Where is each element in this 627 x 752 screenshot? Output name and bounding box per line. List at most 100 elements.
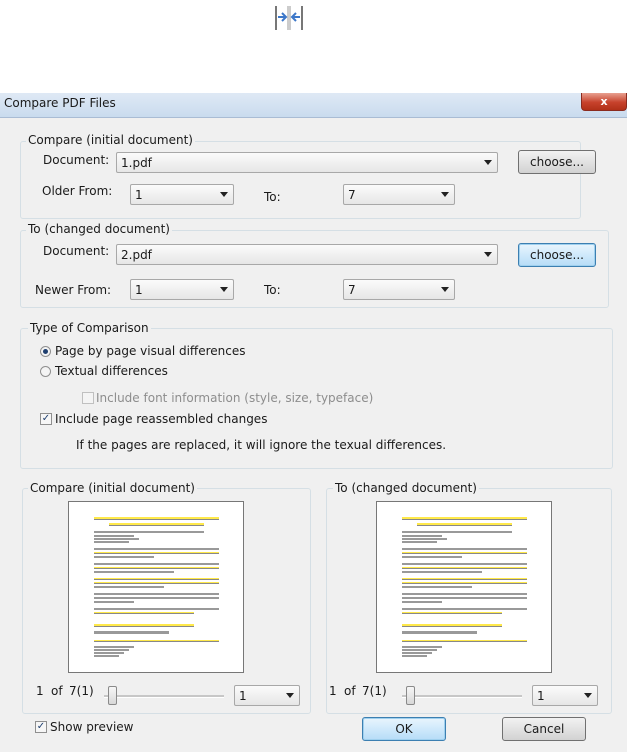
dialog-title: Compare PDF Files xyxy=(4,96,116,110)
text-line xyxy=(94,649,129,651)
visual-differences-radio[interactable] xyxy=(40,346,51,357)
compare-arrows-icon xyxy=(275,6,303,30)
older-from-select[interactable]: 1 xyxy=(130,184,234,205)
initial-of-label: of xyxy=(51,684,63,698)
older-to-select[interactable]: 7 xyxy=(343,184,455,205)
comparison-type-legend: Type of Comparison xyxy=(28,321,151,335)
chevron-down-icon xyxy=(584,693,592,698)
highlighted-text-line xyxy=(417,523,512,526)
initial-page-select[interactable]: 1 xyxy=(234,685,300,706)
text-line xyxy=(402,556,462,558)
text-line xyxy=(402,563,527,565)
slider-track xyxy=(402,695,522,698)
changed-page-thumbnail xyxy=(376,501,552,673)
text-line xyxy=(402,531,512,533)
text-line xyxy=(94,571,174,573)
cancel-button[interactable]: Cancel xyxy=(502,717,586,741)
highlighted-text-line xyxy=(402,582,527,584)
highlighted-text-line xyxy=(94,578,219,580)
highlighted-text-line xyxy=(402,612,502,614)
font-info-checkbox[interactable] xyxy=(82,392,94,404)
text-line xyxy=(94,541,129,543)
newer-from-select[interactable]: 1 xyxy=(130,279,234,300)
changed-page-number: 1 xyxy=(329,684,337,698)
changed-page-select-value: 1 xyxy=(537,689,545,703)
close-icon: x xyxy=(600,95,608,108)
chevron-down-icon xyxy=(484,252,492,257)
initial-page-thumbnail xyxy=(68,501,244,673)
text-line xyxy=(94,608,219,610)
changed-document-label: Document: xyxy=(43,244,110,258)
newer-from-value: 1 xyxy=(135,283,143,297)
highlighted-text-line xyxy=(402,517,527,520)
highlighted-text-line xyxy=(402,624,502,627)
reassembled-checkbox[interactable]: ✓ xyxy=(40,413,52,425)
text-line xyxy=(402,586,472,588)
text-line xyxy=(94,593,219,595)
text-line xyxy=(402,631,477,634)
text-line xyxy=(402,646,442,648)
close-button[interactable]: x xyxy=(581,93,627,111)
initial-choose-button[interactable]: choose... xyxy=(518,150,596,174)
older-to-value: 7 xyxy=(348,188,356,202)
chevron-down-icon xyxy=(441,192,449,197)
text-line xyxy=(94,655,119,657)
text-line xyxy=(94,597,219,599)
text-line xyxy=(94,538,139,540)
compare-toolbar-button[interactable] xyxy=(272,2,306,32)
show-preview-label[interactable]: Show preview xyxy=(50,720,134,734)
initial-page-number: 1 xyxy=(36,684,44,698)
changed-page-select[interactable]: 1 xyxy=(532,685,598,706)
slider-thumb[interactable] xyxy=(108,686,117,705)
text-line xyxy=(402,649,437,651)
highlighted-text-line xyxy=(94,582,219,584)
text-line xyxy=(94,586,164,588)
slider-thumb[interactable] xyxy=(406,686,415,705)
textual-differences-radio[interactable] xyxy=(40,366,51,377)
text-line xyxy=(94,631,169,634)
newer-to-value: 7 xyxy=(348,283,356,297)
changed-page-total: 7(1) xyxy=(362,684,387,698)
highlighted-text-line xyxy=(94,552,219,554)
changed-page-slider[interactable] xyxy=(402,686,522,706)
highlighted-text-line xyxy=(94,517,219,520)
text-line xyxy=(402,597,527,599)
highlighted-text-line xyxy=(94,640,219,642)
initial-page-slider[interactable] xyxy=(104,686,224,706)
chevron-down-icon xyxy=(220,192,228,197)
text-line xyxy=(402,655,427,657)
slider-track xyxy=(104,695,224,698)
highlighted-text-line xyxy=(109,523,204,526)
show-preview-checkbox[interactable]: ✓ xyxy=(35,721,47,733)
initial-document-value: 1.pdf xyxy=(121,156,152,170)
newer-to-select[interactable]: 7 xyxy=(343,279,455,300)
initial-page-total: 7(1) xyxy=(69,684,94,698)
changed-preview-legend: To (changed document) xyxy=(333,481,479,495)
text-line xyxy=(94,535,134,537)
changed-document-select[interactable]: 2.pdf xyxy=(116,244,498,265)
initial-preview-legend: Compare (initial document) xyxy=(28,481,197,495)
changed-of-label: of xyxy=(344,684,356,698)
changed-choose-button[interactable]: choose... xyxy=(518,243,596,267)
visual-differences-label[interactable]: Page by page visual differences xyxy=(55,344,245,358)
font-info-label: Include font information (style, size, t… xyxy=(96,391,374,405)
older-to-label: To: xyxy=(264,190,281,204)
changed-document-value: 2.pdf xyxy=(121,248,152,262)
text-line xyxy=(402,608,527,610)
text-line xyxy=(94,601,134,603)
initial-page-select-value: 1 xyxy=(239,689,247,703)
text-line xyxy=(402,593,527,595)
chevron-down-icon xyxy=(441,287,449,292)
highlighted-text-line xyxy=(402,640,527,642)
highlighted-text-line xyxy=(402,567,527,569)
newer-to-label: To: xyxy=(264,283,281,297)
initial-document-select[interactable]: 1.pdf xyxy=(116,152,498,173)
reassembled-label[interactable]: Include page reassembled changes xyxy=(55,412,267,426)
text-line xyxy=(94,556,154,558)
text-line xyxy=(94,548,219,550)
initial-document-label: Document: xyxy=(43,153,110,167)
textual-differences-label[interactable]: Textual differences xyxy=(55,364,168,378)
ok-button[interactable]: OK xyxy=(362,717,446,741)
highlighted-text-line xyxy=(94,624,194,627)
text-line xyxy=(402,601,442,603)
